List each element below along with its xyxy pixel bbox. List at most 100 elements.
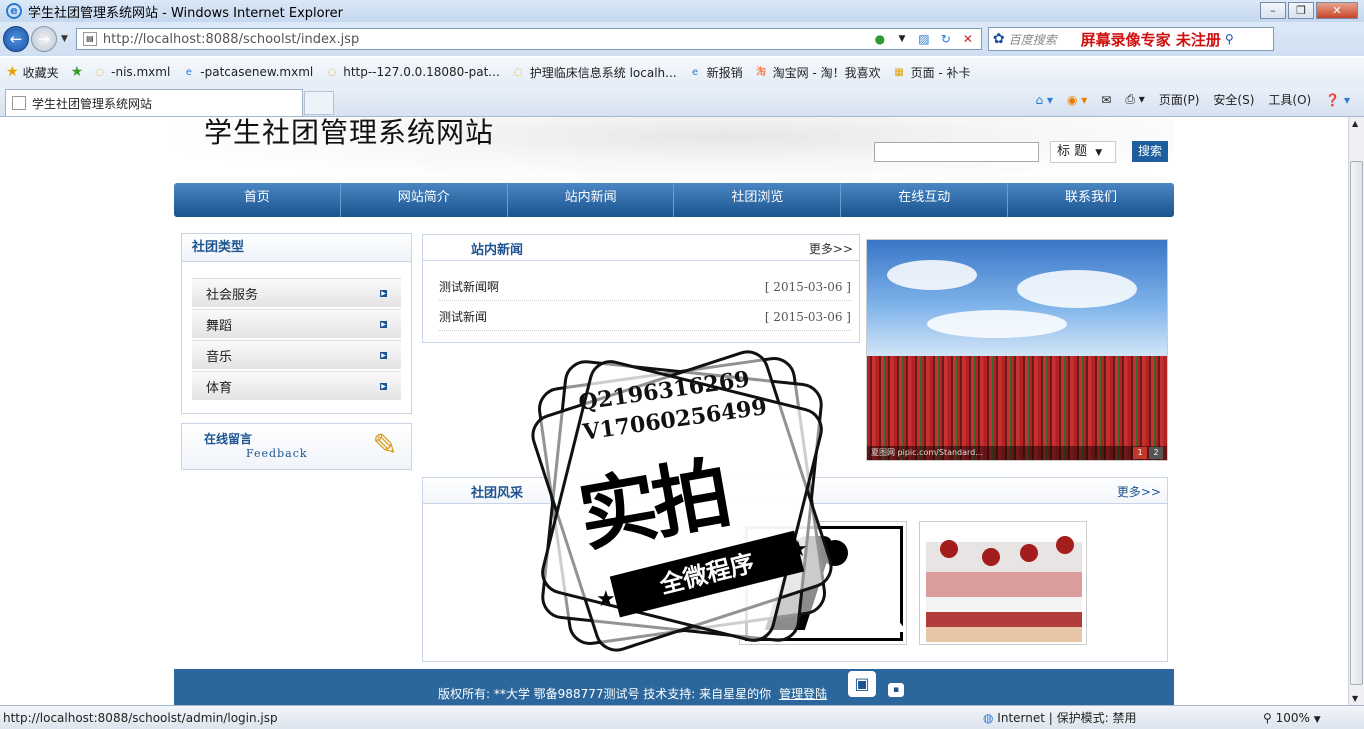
feedback-subtitle: Feedback <box>246 447 308 460</box>
maximize-button[interactable]: ❐ <box>1288 2 1314 19</box>
add-favorite-button[interactable]: ★ <box>71 64 88 80</box>
back-button[interactable]: ← <box>3 26 29 52</box>
search-box[interactable]: ✿ 百度搜索 屏幕录像专家 未注册 ⚲ <box>987 27 1274 51</box>
player-head <box>1056 536 1074 554</box>
stop-icon[interactable]: ✕ <box>959 31 977 47</box>
club-image-dance[interactable] <box>739 521 907 645</box>
page-icon <box>12 96 26 110</box>
status-bar: http://localhost:8088/schoolst/admin/log… <box>0 705 1364 729</box>
category-item[interactable]: 社会服务 ▶ <box>192 278 401 307</box>
cloud <box>1017 270 1137 308</box>
favorite-link[interactable]: e -patcasenew.mxml <box>182 65 314 79</box>
arrow-right-icon: ▶ <box>380 289 387 297</box>
cloud <box>927 310 1067 338</box>
compat-icon[interactable]: ● <box>871 31 889 47</box>
left-column: 社团类型 社会服务 ▶ 舞蹈 ▶ 音乐 ▶ 体育 ▶ 在线留言 Feedback ✎ <box>181 233 412 470</box>
nav-news[interactable]: 站内新闻 <box>508 183 675 217</box>
site-banner: 学生社团管理系统网站 标 题 ▼ 搜索 <box>174 117 1174 183</box>
category-item[interactable]: 音乐 ▶ <box>192 340 401 369</box>
slide-page-2[interactable]: 2 <box>1149 447 1163 459</box>
window-title: 学生社团管理系统网站 - Windows Internet Explorer <box>28 5 343 21</box>
ie-logo-icon: e <box>6 3 22 19</box>
nav-clubs[interactable]: 社团浏览 <box>674 183 842 217</box>
site-footer: 版权所有: **大学 鄂备988777测试号 技术支持: 来自星星的你 管理登陆 … <box>174 669 1174 705</box>
address-bar[interactable]: ▤ http://localhost:8088/schoolst/index.j… <box>75 28 982 50</box>
vertical-scrollbar[interactable]: ▲ ▼ <box>1348 117 1364 705</box>
image-slideshow[interactable]: 夏图网 pipic.com/Standard... 1 2 <box>866 239 1168 461</box>
admin-login-link[interactable]: 管理登陆 <box>779 687 827 701</box>
favorite-link[interactable]: ◌ 护理临床信息系统 localh... <box>512 64 677 81</box>
new-tab-button[interactable] <box>304 91 334 115</box>
news-item[interactable]: 测试新闻 [ 2015-03-06 ] <box>439 303 851 331</box>
favorite-link[interactable]: ◌ http--127.0.0.18080-pat... <box>325 65 499 79</box>
globe-icon: ◍ <box>983 711 998 725</box>
tab-bar: 学生社团管理系统网站 ⌂ ▾ ◉ ▾ ✉ ⎙ ▾ 页面(P) 安全(S) 工具(… <box>0 87 1364 117</box>
nav-interact[interactable]: 在线互动 <box>841 183 1009 217</box>
tab-active[interactable]: 学生社团管理系统网站 <box>5 89 303 116</box>
dancer-dress <box>804 572 906 632</box>
search-placeholder[interactable]: 百度搜索 <box>1009 31 1081 48</box>
nav-contact[interactable]: 联系我们 <box>1008 183 1174 217</box>
safety-menu[interactable]: 安全(S) <box>1213 91 1254 108</box>
status-url: http://localhost:8088/schoolst/admin/log… <box>3 710 278 725</box>
feedback-panel[interactable]: 在线留言 Feedback ✎ <box>181 423 412 470</box>
forward-button[interactable]: → <box>31 26 57 52</box>
address-url[interactable]: http://localhost:8088/schoolst/index.jsp <box>103 32 359 47</box>
search-button[interactable]: 搜索 <box>1132 141 1168 162</box>
zoom-icon: ⚲ <box>1263 710 1276 725</box>
add-star-icon: ★ <box>70 64 84 80</box>
page-viewport: 学生社团管理系统网站 标 题 ▼ 搜索 首页 网站简介 站内新闻 社团浏览 在线… <box>0 117 1348 705</box>
mail-icon[interactable]: ✉ <box>1101 93 1111 107</box>
scrollbar-thumb[interactable] <box>1350 161 1363 685</box>
scroll-up-icon[interactable]: ▲ <box>1352 119 1358 128</box>
player-head <box>1020 544 1038 562</box>
ie-window: e 学生社团管理系统网站 - Windows Internet Explorer… <box>0 0 1364 729</box>
favorite-link[interactable]: e 新报销 <box>689 64 743 81</box>
nav-home[interactable]: 首页 <box>174 183 341 217</box>
loading-icon: ◌ <box>327 66 337 78</box>
home-icon[interactable]: ⌂ ▾ <box>1036 93 1053 107</box>
page-icon: ▤ <box>82 32 97 46</box>
search-type-select[interactable]: 标 题 ▼ <box>1050 141 1116 163</box>
minimize-button[interactable]: – <box>1260 2 1286 19</box>
search-icon[interactable]: ⚲ <box>1225 32 1234 46</box>
baidu-paw-icon: ✿ <box>992 31 1005 47</box>
dancer-head <box>822 540 848 566</box>
news-item[interactable]: 测试新闻啊 [ 2015-03-06 ] <box>439 273 851 301</box>
favorite-link[interactable]: ▦ 页面 - 补卡 <box>893 64 970 81</box>
print-icon[interactable]: ⎙ ▾ <box>1125 92 1144 107</box>
recorder-watermark: 屏幕录像专家 未注册 <box>1080 30 1221 49</box>
command-bar: ⌂ ▾ ◉ ▾ ✉ ⎙ ▾ 页面(P) 安全(S) 工具(O) ❓ ▾ <box>1022 91 1350 108</box>
favorite-link[interactable]: ◌ -nis.mxml <box>93 65 170 79</box>
player-head <box>982 548 1000 566</box>
page-icon: ▦ <box>894 66 904 78</box>
category-title: 社团类型 <box>182 234 411 262</box>
news-title: 站内新闻 <box>471 243 524 258</box>
compatibility-view-icon[interactable]: ▨ <box>915 31 933 47</box>
page-menu[interactable]: 页面(P) <box>1159 91 1200 108</box>
zoom-control[interactable]: ⚲ 100% ▼ <box>1263 711 1321 725</box>
category-item[interactable]: 体育 ▶ <box>192 371 401 400</box>
chevron-down-icon: ▼ <box>1095 148 1103 158</box>
category-item[interactable]: 舞蹈 ▶ <box>192 309 401 338</box>
close-button[interactable]: ✕ <box>1316 2 1358 19</box>
address-dropdown-icon[interactable]: ▼ <box>893 31 911 47</box>
arrow-right-icon: ▶ <box>380 351 387 359</box>
keyword-input[interactable] <box>874 142 1039 162</box>
news-more-link[interactable]: 更多>> <box>809 240 853 257</box>
slide-page-1[interactable]: 1 <box>1133 447 1147 459</box>
nav-about[interactable]: 网站简介 <box>341 183 508 217</box>
clubs-more-link[interactable]: 更多>> <box>1117 483 1161 500</box>
refresh-icon[interactable]: ↻ <box>937 31 955 47</box>
tools-menu[interactable]: 工具(O) <box>1268 91 1311 108</box>
help-icon[interactable]: ❓ ▾ <box>1325 93 1350 107</box>
recent-pages-dropdown-icon[interactable]: ▼ <box>61 34 68 44</box>
scroll-down-icon[interactable]: ▼ <box>1352 694 1358 703</box>
arrow-right-icon: ▶ <box>380 382 387 390</box>
favorite-link[interactable]: 淘 淘宝网 - 淘！我喜欢 <box>755 64 880 81</box>
club-image-basketball[interactable] <box>919 521 1087 645</box>
chevron-down-icon: ▼ <box>1313 714 1321 725</box>
feeds-icon[interactable]: ◉ ▾ <box>1067 93 1087 107</box>
footer-small-icon: ▪ <box>888 683 904 697</box>
favorites-button[interactable]: ★ 收藏夹 <box>6 64 59 81</box>
